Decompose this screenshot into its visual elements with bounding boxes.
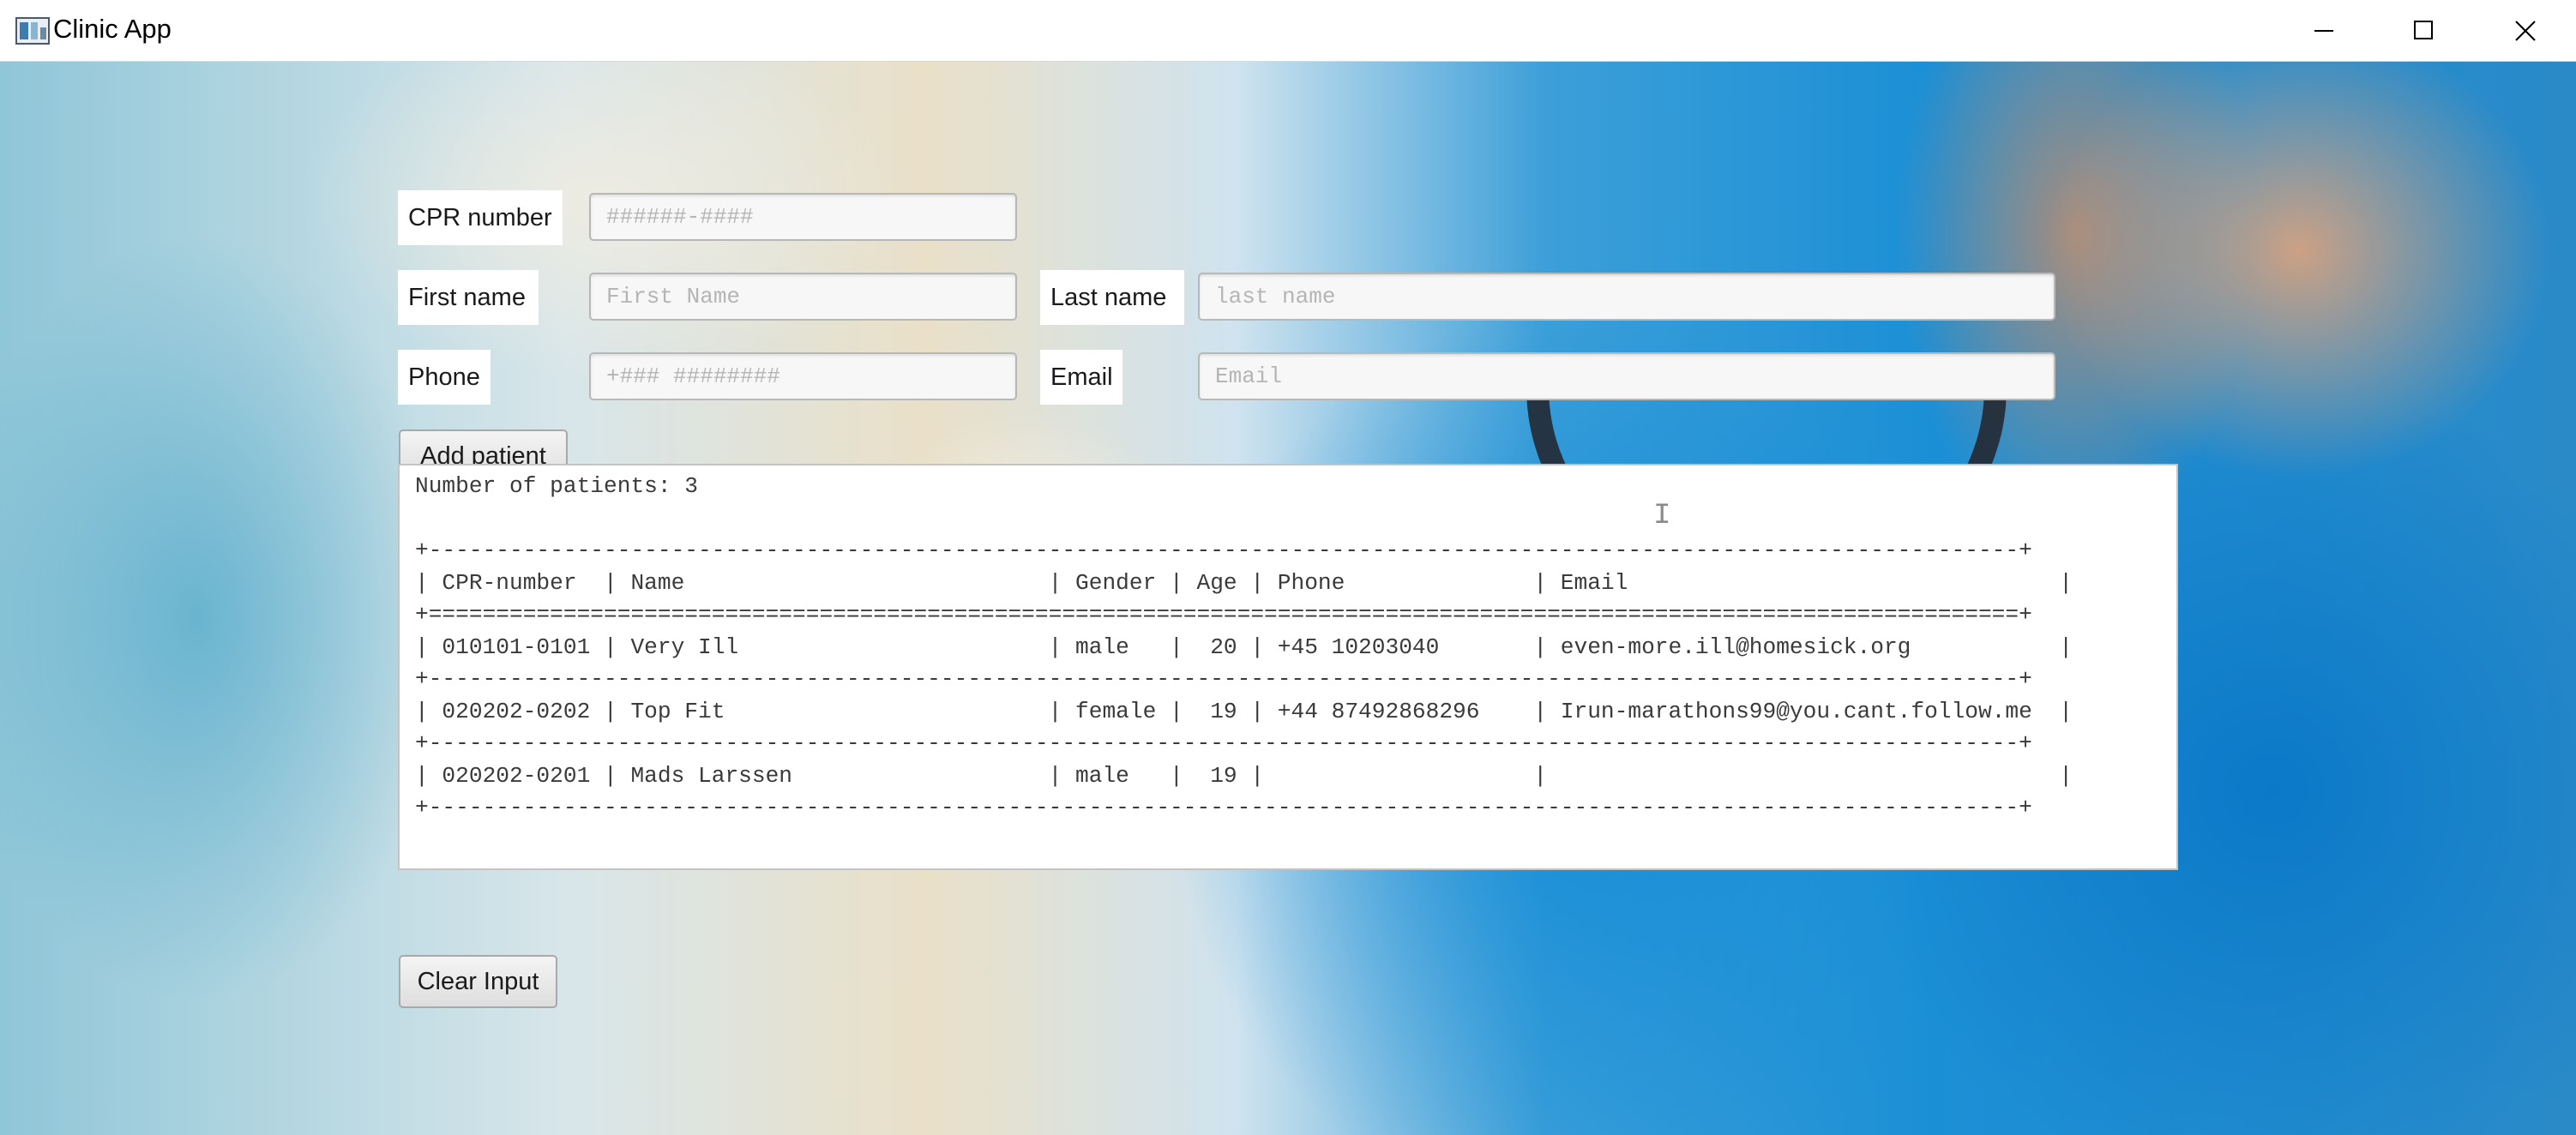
minimize-button[interactable] [2274, 0, 2375, 62]
first-name-input[interactable] [589, 273, 1017, 321]
phone-label: Phone [398, 350, 491, 405]
close-icon [2515, 21, 2536, 41]
table-border: +=======================================… [415, 602, 2032, 628]
text-cursor-icon: I [1653, 500, 1671, 532]
table-border: +---------------------------------------… [415, 666, 2032, 692]
title-bar: Clinic App [0, 0, 2576, 62]
table-border: +---------------------------------------… [415, 795, 2032, 820]
last-name-input[interactable] [1198, 273, 2055, 321]
minimize-icon [2314, 30, 2333, 32]
close-button[interactable] [2475, 0, 2576, 62]
table-row: | 020202-0202 | Top Fit | female | 19 | … [415, 698, 2073, 724]
clear-input-button[interactable]: Clear Input [399, 955, 557, 1008]
patient-count: Number of patients: 3 [415, 473, 699, 499]
maximize-button[interactable] [2374, 0, 2475, 62]
cpr-label: CPR number [398, 190, 563, 245]
table-header-row: | CPR-number | Name | Gender | Age | Pho… [415, 569, 2073, 596]
table-row: | 010101-0101 | Very Ill | male | 20 | +… [415, 634, 2073, 660]
cpr-input[interactable] [589, 193, 1017, 241]
app-window-icon [15, 17, 50, 45]
patient-output-textarea[interactable]: Number of patients: 3 +-----------------… [398, 464, 2178, 870]
window-title: Clinic App [53, 14, 172, 44]
table-border: +---------------------------------------… [415, 537, 2032, 563]
phone-input[interactable] [589, 352, 1017, 400]
email-input[interactable] [1198, 352, 2055, 400]
email-label: Email [1040, 350, 1122, 405]
table-border: +---------------------------------------… [415, 730, 2032, 756]
last-name-label: Last name [1040, 270, 1184, 325]
table-row: | 020202-0201 | Mads Larssen | male | 19… [415, 762, 2073, 789]
maximize-icon [2414, 21, 2433, 39]
first-name-label: First name [398, 270, 539, 325]
